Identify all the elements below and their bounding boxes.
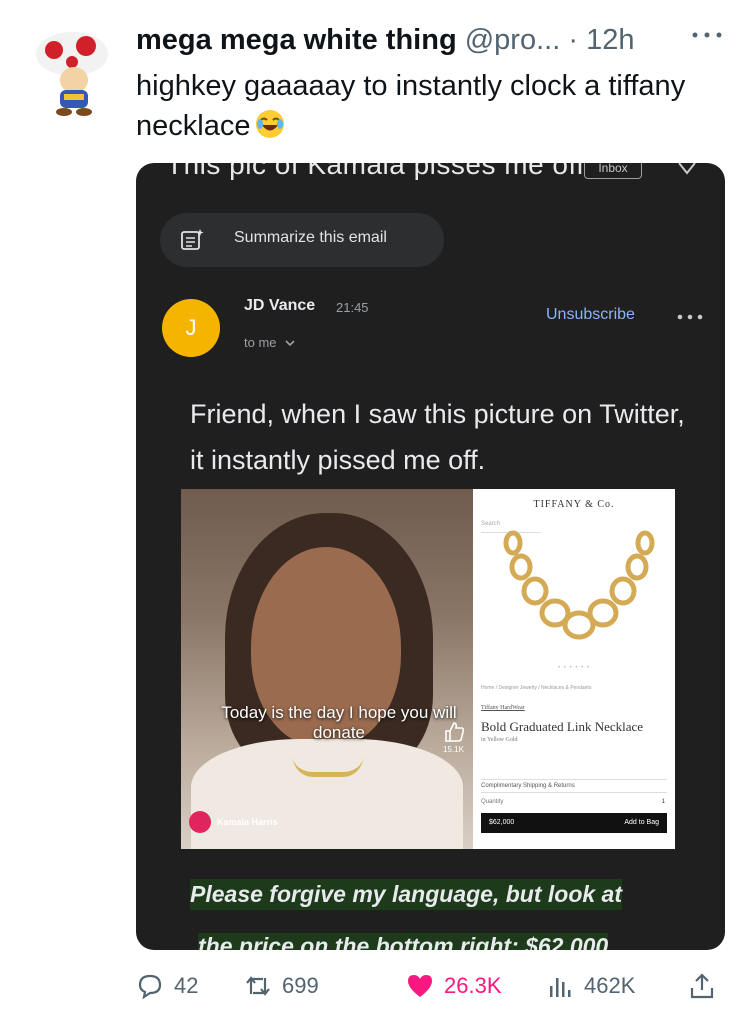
- tiffany-product-page: TIFFANY & Co. Search • • • • • • Home / …: [473, 489, 675, 849]
- reply-button[interactable]: 42: [136, 966, 198, 1006]
- chevron-down-icon: [285, 340, 295, 347]
- email-body-text: Friend, when I saw this picture on Twitt…: [190, 399, 685, 475]
- product-name: Bold Graduated Link Necklace: [481, 719, 644, 734]
- video-like-count: 15.1K: [443, 745, 464, 754]
- tweet-media-image[interactable]: This pic of Kamala pisses me off Inbox S…: [136, 163, 725, 950]
- display-name[interactable]: mega mega white thing: [136, 24, 457, 56]
- heart-icon: [408, 975, 432, 997]
- views-count: 462K: [584, 973, 636, 998]
- tweet-body: highkey gaaaaay to instantly clock a tif…: [136, 70, 686, 142]
- separator-dot: ·: [568, 24, 578, 56]
- share-button[interactable]: [688, 966, 726, 1006]
- repost-button[interactable]: 699: [244, 966, 319, 1006]
- sent-time: 21:45: [336, 300, 369, 315]
- tweet-timestamp[interactable]: 12h: [586, 24, 634, 56]
- recipient-dropdown[interactable]: to me: [244, 335, 296, 350]
- live-account-name: Kamala Harris: [217, 817, 278, 827]
- product-breadcrumb: Home / Designer Jewelry / Necklaces & Pe…: [481, 685, 592, 691]
- quantity-label: Quantity: [481, 799, 504, 805]
- recipient-label: to me: [244, 335, 277, 350]
- tweet-actions: 42 699 26.3K 462K: [136, 966, 726, 1006]
- quantity-value: 1: [661, 799, 665, 805]
- email-more-icon[interactable]: [676, 313, 704, 321]
- reply-count: 42: [174, 973, 199, 998]
- views-button[interactable]: 462K: [546, 966, 635, 1006]
- tweet-text: highkey gaaaaay to instantly clock a tif…: [136, 66, 696, 146]
- video-caption: Today is the day I hope you will donate: [221, 703, 457, 742]
- thumbs-up-icon: [445, 722, 465, 742]
- buy-bar: $62,000 Add to Bag: [481, 813, 667, 833]
- repost-icon: [246, 976, 270, 996]
- photo-jacket: [191, 739, 463, 849]
- sender-name[interactable]: JD Vance: [244, 297, 315, 315]
- laughing-emoji-icon: [256, 110, 285, 138]
- star-icon: [678, 163, 696, 175]
- gold-necklace-image: [503, 530, 655, 640]
- tweet-header: mega mega white thing @pro... · 12h: [136, 20, 678, 60]
- summarize-sparkle-icon: [181, 229, 204, 250]
- inbox-label: Inbox: [584, 163, 642, 179]
- shipping-info: Complimentary Shipping & Returns: [481, 779, 667, 793]
- user-avatar[interactable]: [24, 24, 120, 120]
- photo-necklace: [293, 757, 363, 777]
- tiffany-logo: TIFFANY & Co.: [533, 499, 615, 510]
- like-button[interactable]: 26.3K: [406, 966, 502, 1006]
- like-count: 26.3K: [444, 973, 502, 998]
- share-icon: [690, 973, 714, 999]
- kamala-video-still: Today is the day I hope you will donate …: [181, 489, 473, 849]
- product-collection: Tiffany HardWear: [481, 705, 525, 711]
- sender-avatar[interactable]: J: [162, 299, 220, 357]
- summarize-label: Summarize this email: [234, 229, 387, 246]
- more-options-icon[interactable]: [690, 30, 724, 40]
- product-price: $62,000: [489, 819, 515, 826]
- unsubscribe-link[interactable]: Unsubscribe: [546, 306, 635, 324]
- repost-count: 699: [282, 973, 319, 998]
- carousel-dots: • • • • • •: [558, 665, 590, 671]
- email-subject-cropped: This pic of Kamala pisses me off: [166, 163, 585, 180]
- user-handle[interactable]: @pro...: [465, 24, 561, 56]
- views-chart-icon: [550, 978, 571, 997]
- add-to-bag-button: Add to Bag: [624, 819, 659, 826]
- email-cropped-line: the price on the bottom right: $62,000: [198, 933, 609, 950]
- live-badge-icon: [189, 811, 211, 833]
- email-highlight-line: Please forgive my language, but look at: [190, 879, 623, 910]
- product-metal: in Yellow Gold: [481, 737, 518, 743]
- summarize-email-button[interactable]: Summarize this email: [160, 213, 444, 267]
- reply-icon: [138, 974, 162, 1000]
